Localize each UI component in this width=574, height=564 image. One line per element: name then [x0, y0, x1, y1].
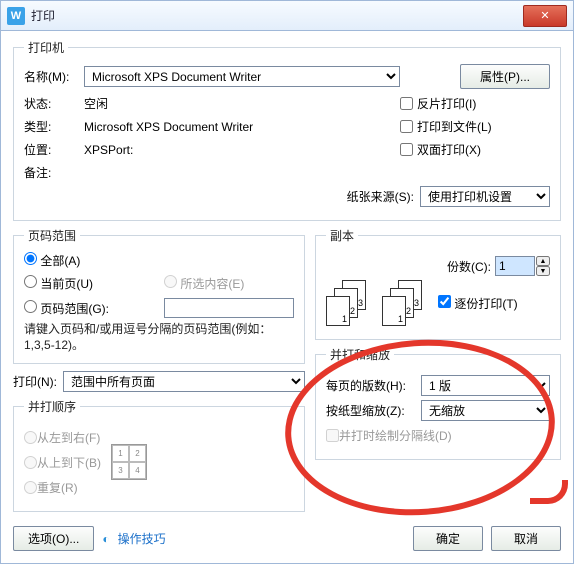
papersource-label: 纸张来源(S):	[347, 188, 414, 205]
order-repeat-radio: 重复(R)	[24, 476, 101, 498]
tips-icon: ◐	[102, 532, 109, 546]
copies-down[interactable]: ▼	[536, 266, 550, 276]
type-value: Microsoft XPS Document Writer	[84, 120, 400, 134]
printwhat-select[interactable]: 范围中所有页面	[63, 371, 305, 392]
printer-group: 打印机 名称(M): Microsoft XPS Document Writer…	[13, 39, 561, 221]
copies-label: 份数(C):	[447, 258, 491, 275]
pps-select[interactable]: 1 版	[421, 375, 550, 396]
separator-checkbox: 并打时绘制分隔线(D)	[326, 424, 550, 446]
range-all-radio[interactable]: 全部(A)	[24, 252, 164, 269]
scale-select[interactable]: 无缩放	[421, 400, 550, 421]
range-pages-radio[interactable]: 页码范围(G):	[24, 300, 164, 317]
copies-input[interactable]	[495, 256, 535, 276]
pps-label: 每页的版数(H):	[326, 377, 421, 394]
reverse-checkbox[interactable]	[400, 97, 413, 110]
zoom-legend: 并打和缩放	[326, 346, 394, 363]
collate-preview-2: 321	[382, 280, 432, 326]
order-preview: 12 34	[111, 444, 147, 480]
ok-button[interactable]: 确定	[413, 526, 483, 551]
app-icon: W	[7, 7, 25, 25]
print-to-file-checkbox[interactable]	[400, 120, 413, 133]
copies-up[interactable]: ▲	[536, 256, 550, 266]
status-label: 状态:	[24, 95, 84, 112]
print-to-file-label: 打印到文件(L)	[417, 118, 492, 135]
range-group: 页码范围 全部(A) 当前页(U) 所选内容(E) 页码范围(G): 请键入页码…	[13, 227, 305, 364]
range-legend: 页码范围	[24, 227, 80, 244]
window-title: 打印	[31, 7, 523, 24]
papersource-select[interactable]: 使用打印机设置	[420, 186, 550, 207]
tips-link[interactable]: 操作技巧	[118, 530, 166, 547]
properties-button[interactable]: 属性(P)...	[460, 64, 550, 89]
status-value: 空闲	[84, 95, 400, 112]
copies-legend: 副本	[326, 227, 358, 244]
order-lr-radio: 从左到右(F)	[24, 426, 101, 448]
duplex-checkbox[interactable]	[400, 143, 413, 156]
scale-label: 按纸型缩放(Z):	[326, 402, 421, 419]
range-pages-input[interactable]	[164, 298, 294, 318]
order-tb-radio: 从上到下(B)	[24, 451, 101, 473]
where-label: 位置:	[24, 141, 84, 158]
printer-name-label: 名称(M):	[24, 68, 84, 85]
range-hint: 请键入页码和/或用逗号分隔的页码范围(例如：1,3,5-12)。	[24, 322, 294, 353]
collate-preview-1: 321	[326, 280, 376, 326]
printwhat-label: 打印(N):	[13, 373, 63, 390]
options-button[interactable]: 选项(O)...	[13, 526, 94, 551]
range-selection-radio: 所选内容(E)	[164, 275, 294, 292]
close-button[interactable]: ✕	[523, 5, 567, 27]
where-value: XPSPort:	[84, 143, 400, 157]
copies-group: 副本 份数(C): ▲ ▼ 321 321 逐份打印(	[315, 227, 561, 340]
zoom-group: 并打和缩放 每页的版数(H): 1 版 按纸型缩放(Z): 无缩放 并打时绘制分…	[315, 346, 561, 460]
collate-checkbox[interactable]: 逐份打印(T)	[438, 295, 518, 312]
duplex-label: 双面打印(X)	[417, 141, 481, 158]
type-label: 类型:	[24, 118, 84, 135]
range-current-radio[interactable]: 当前页(U)	[24, 275, 164, 292]
order-legend: 并打顺序	[24, 398, 80, 415]
reverse-label: 反片打印(I)	[417, 95, 476, 112]
printer-legend: 打印机	[24, 39, 68, 56]
order-group: 并打顺序 从左到右(F) 从上到下(B) 重复(R) 12 34	[13, 398, 305, 512]
cancel-button[interactable]: 取消	[491, 526, 561, 551]
comment-label: 备注:	[24, 164, 84, 181]
printer-name-select[interactable]: Microsoft XPS Document Writer	[84, 66, 400, 87]
